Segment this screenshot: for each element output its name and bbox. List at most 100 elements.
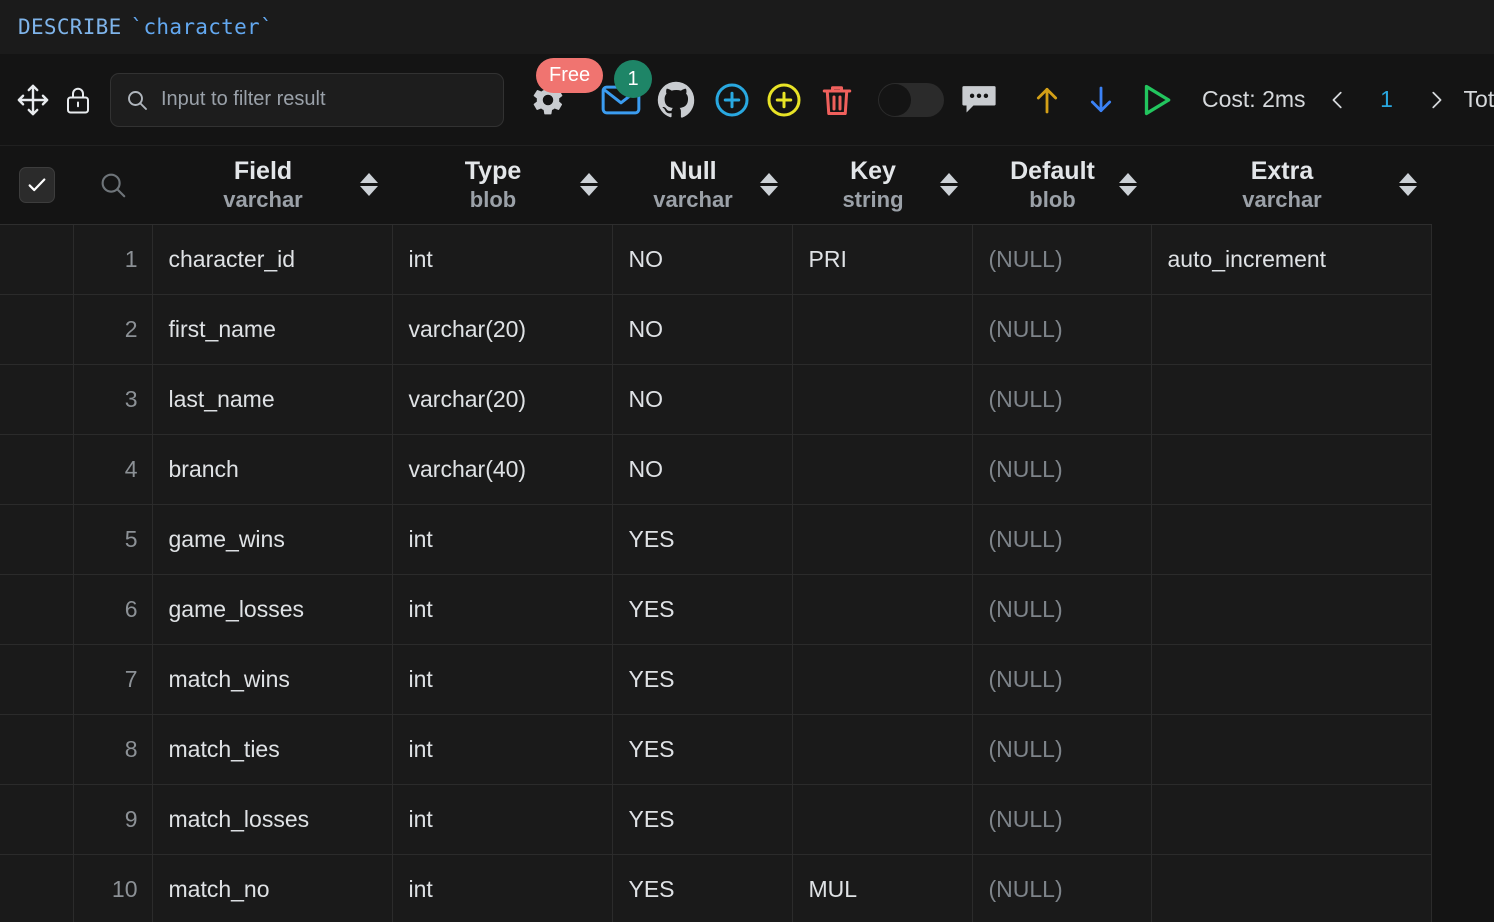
cell-field[interactable]: match_losses [152,783,393,855]
sort-extra-button[interactable] [1399,173,1417,197]
column-header-extra[interactable]: Extra varchar [1151,146,1431,225]
column-header-null[interactable]: Null varchar [612,146,792,225]
cell-extra[interactable] [1151,363,1432,435]
cell-field[interactable]: last_name [152,363,393,435]
cell-extra[interactable] [1151,783,1432,855]
cell-default[interactable]: (NULL) [972,573,1152,645]
table-row[interactable]: 5 game_wins int YES (NULL) [0,503,1432,575]
cell-type[interactable]: int [392,573,613,645]
select-all-header[interactable] [0,146,73,225]
cell-key[interactable]: PRI [792,223,973,295]
filter-box[interactable] [110,72,504,127]
table-row[interactable]: 2 first_name varchar(20) NO (NULL) [0,293,1432,365]
github-button[interactable] [652,72,700,128]
cell-default[interactable]: (NULL) [972,503,1152,575]
sort-field-button[interactable] [360,173,378,197]
cell-key[interactable] [792,363,973,435]
cell-field[interactable]: branch [152,433,393,505]
table-row[interactable]: 1 character_id int NO PRI (NULL) auto_incremen… [0,223,1432,295]
cell-field[interactable]: match_no [152,853,393,922]
cell-type[interactable]: int [392,713,613,785]
row-select-cell[interactable] [0,433,74,505]
cell-field[interactable]: character_id [152,223,393,295]
comment-button[interactable] [952,72,1006,128]
cell-field[interactable]: match_ties [152,713,393,785]
row-select-cell[interactable] [0,853,74,922]
cell-null[interactable]: YES [612,853,793,922]
table-row[interactable]: 10 match_no int YES MUL (NULL) [0,853,1432,922]
settings-button[interactable]: Free [520,57,604,128]
cell-null[interactable]: NO [612,223,793,295]
cell-key[interactable] [792,713,973,785]
lock-icon[interactable] [58,77,98,123]
row-select-cell[interactable] [0,643,74,715]
page-number[interactable]: 1 [1360,86,1414,113]
add-column-button[interactable] [758,72,810,128]
cell-default[interactable]: (NULL) [972,223,1152,295]
cell-type[interactable]: int [392,503,613,575]
chevron-right-icon[interactable] [1414,75,1458,125]
export-button[interactable] [1020,72,1074,128]
cell-type[interactable]: int [392,783,613,855]
cell-key[interactable] [792,643,973,715]
cell-field[interactable]: match_wins [152,643,393,715]
import-button[interactable] [1074,72,1128,128]
cell-default[interactable]: (NULL) [972,293,1152,365]
cell-type[interactable]: int [392,223,613,295]
search-input[interactable] [161,88,489,111]
column-header-default[interactable]: Default blob [972,146,1151,225]
delete-button[interactable] [810,72,864,128]
row-select-cell[interactable] [0,503,74,575]
cell-extra[interactable] [1151,573,1432,645]
table-row[interactable]: 6 game_losses int YES (NULL) [0,573,1432,645]
chevron-left-icon[interactable] [1316,75,1360,125]
sort-default-button[interactable] [1119,173,1137,197]
cell-key[interactable] [792,503,973,575]
cell-field[interactable]: game_wins [152,503,393,575]
select-all-checkbox[interactable] [18,166,55,203]
table-row[interactable]: 7 match_wins int YES (NULL) [0,643,1432,715]
cell-type[interactable]: int [392,643,613,715]
cell-key[interactable] [792,573,973,645]
column-header-field[interactable]: Field varchar [152,146,392,225]
cell-extra[interactable] [1151,713,1432,785]
row-select-cell[interactable] [0,713,74,785]
sort-null-button[interactable] [760,173,778,197]
row-select-cell[interactable] [0,363,74,435]
cell-key[interactable] [792,433,973,505]
cell-field[interactable]: game_losses [152,573,393,645]
cell-null[interactable]: NO [612,293,793,365]
cell-default[interactable]: (NULL) [972,363,1152,435]
add-row-button[interactable] [706,72,758,128]
cell-null[interactable]: YES [612,783,793,855]
cell-extra[interactable] [1151,503,1432,575]
table-row[interactable]: 9 match_losses int YES (NULL) [0,783,1432,855]
table-row[interactable]: 8 match_ties int YES (NULL) [0,713,1432,785]
cell-default[interactable]: (NULL) [972,643,1152,715]
cell-default[interactable]: (NULL) [972,783,1152,855]
row-select-cell[interactable] [0,783,74,855]
cell-extra[interactable] [1151,433,1432,505]
run-button[interactable] [1128,72,1184,128]
cell-null[interactable]: YES [612,713,793,785]
cell-type[interactable]: varchar(20) [392,363,613,435]
cell-null[interactable]: YES [612,573,793,645]
cell-field[interactable]: first_name [152,293,393,365]
mail-button[interactable]: 1 [594,59,652,128]
row-search-header[interactable] [73,146,152,225]
cell-null[interactable]: NO [612,433,793,505]
move-icon[interactable] [10,77,56,123]
row-select-cell[interactable] [0,223,74,295]
toggle-switch[interactable] [878,82,944,117]
cell-extra[interactable] [1151,853,1432,922]
table-row[interactable]: 3 last_name varchar(20) NO (NULL) [0,363,1432,435]
cell-default[interactable]: (NULL) [972,853,1152,922]
cell-key[interactable]: MUL [792,853,973,922]
sort-type-button[interactable] [580,173,598,197]
table-row[interactable]: 4 branch varchar(40) NO (NULL) [0,433,1432,505]
cell-type[interactable]: varchar(20) [392,293,613,365]
cell-type[interactable]: int [392,853,613,922]
cell-default[interactable]: (NULL) [972,713,1152,785]
cell-extra[interactable]: auto_increment [1151,223,1432,295]
column-header-key[interactable]: Key string [792,146,972,225]
